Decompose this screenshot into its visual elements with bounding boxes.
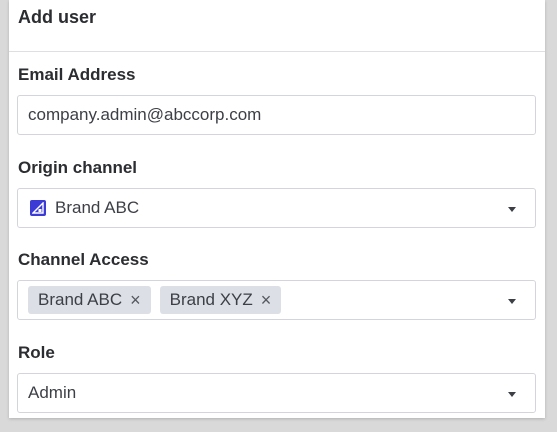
- chip-label: Brand XYZ: [169, 290, 253, 309]
- dialog-header: Add user: [9, 0, 545, 52]
- origin-channel-value: Brand ABC: [55, 198, 140, 217]
- email-label: Email Address: [18, 65, 136, 84]
- chip-brand-abc: Brand ABC ×: [28, 286, 151, 314]
- origin-channel-label: Origin channel: [18, 158, 138, 177]
- chip-remove-icon[interactable]: ×: [130, 291, 141, 309]
- channel-access-label: Channel Access: [18, 250, 149, 269]
- role-value: Admin: [28, 383, 77, 402]
- channel-access-select[interactable]: Brand ABC × Brand XYZ ×: [17, 280, 536, 320]
- chip-brand-xyz: Brand XYZ ×: [159, 286, 282, 314]
- role-label: Role: [18, 343, 55, 362]
- chevron-down-icon[interactable]: [508, 392, 516, 397]
- add-user-dialog: Add user Email Address company.admin@abc…: [9, 0, 545, 418]
- role-select[interactable]: Admin: [17, 373, 536, 413]
- chip-list: Brand ABC × Brand XYZ ×: [28, 286, 282, 314]
- email-value: company.admin@abccorp.com: [28, 105, 262, 124]
- chip-remove-icon[interactable]: ×: [261, 291, 272, 309]
- chip-label: Brand ABC: [38, 290, 123, 309]
- chevron-down-icon[interactable]: [508, 207, 516, 212]
- origin-channel-select[interactable]: Brand ABC: [17, 188, 536, 228]
- brand-logo-icon: [30, 200, 46, 216]
- email-field[interactable]: company.admin@abccorp.com: [17, 95, 536, 135]
- chevron-down-icon[interactable]: [508, 299, 516, 304]
- dialog-title: Add user: [18, 7, 97, 27]
